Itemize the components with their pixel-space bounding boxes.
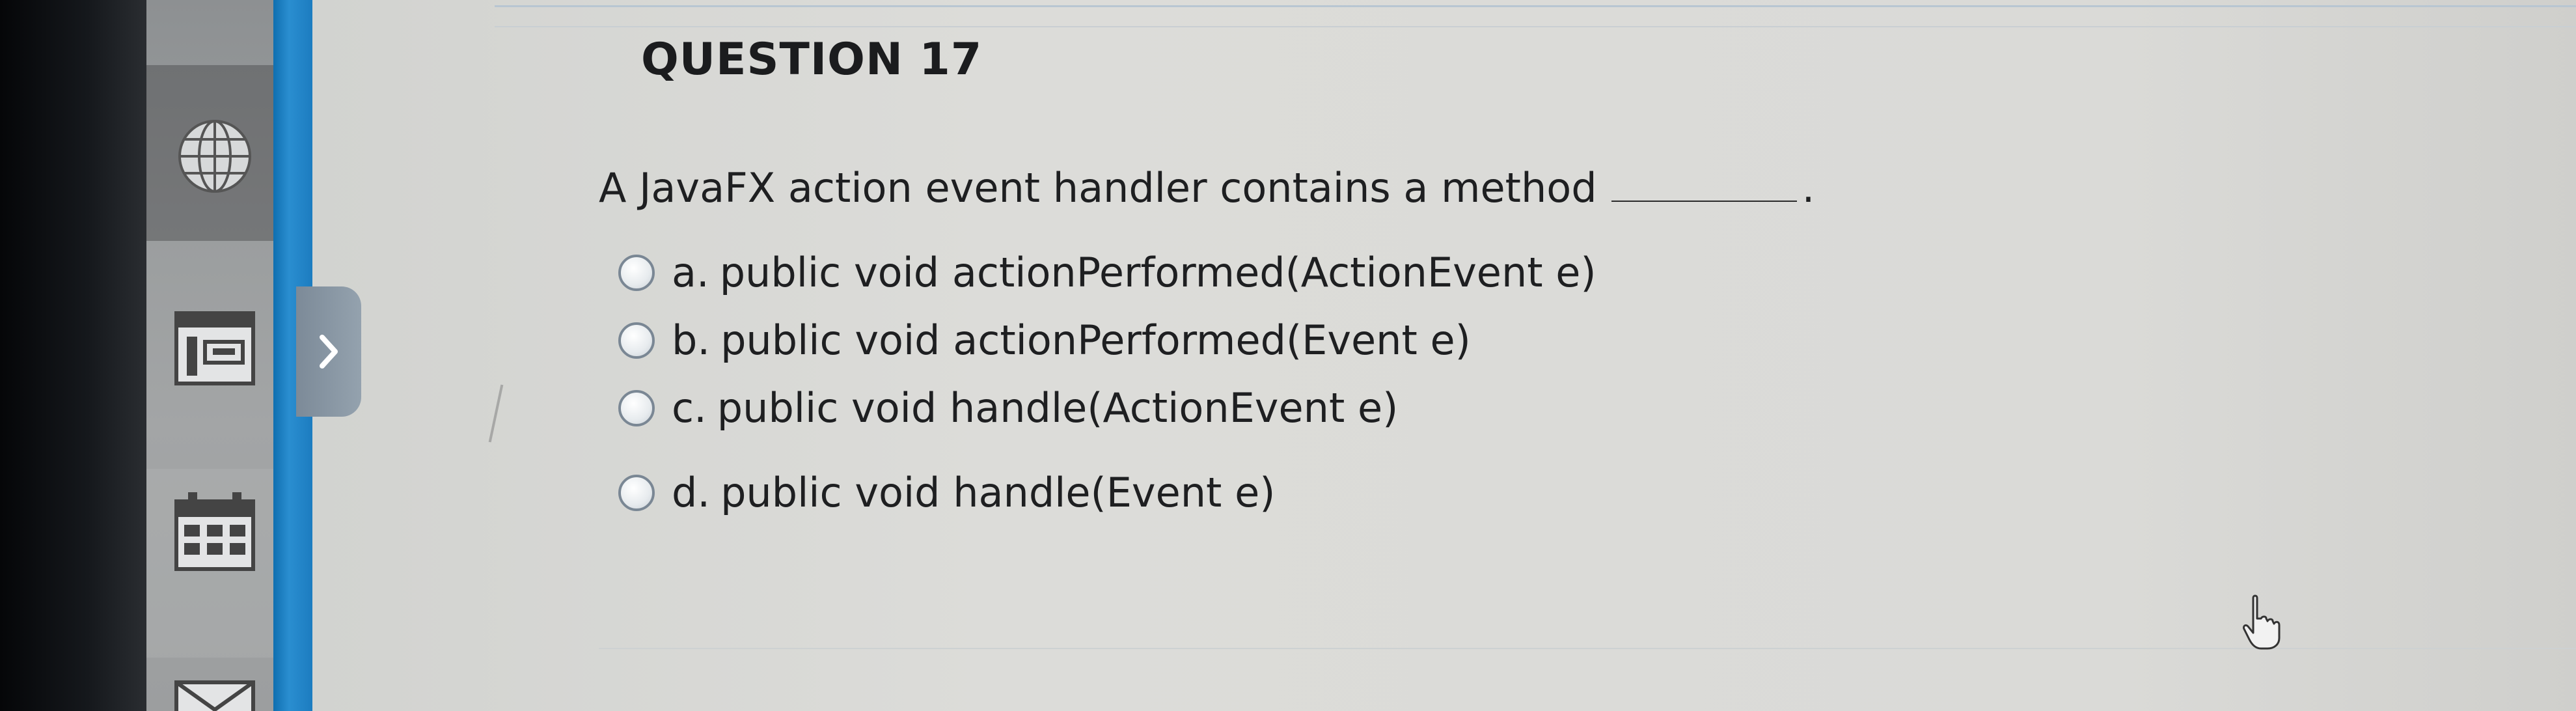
answer-blank	[1611, 201, 1797, 202]
radio-button-d[interactable]	[618, 474, 655, 511]
top-divider	[495, 5, 2576, 7]
option-text: public void handle(ActionEvent e)	[717, 384, 1399, 432]
option-letter: c.	[672, 384, 707, 432]
nav-item-mail[interactable]	[146, 677, 283, 711]
option-text: public void actionPerformed(Event e)	[720, 316, 1471, 364]
screen: QUESTION 17 A JavaFX action event handle…	[0, 0, 2576, 711]
calendar-icon	[174, 492, 255, 571]
option-a[interactable]: a. public void actionPerformed(ActionEve…	[618, 249, 1596, 296]
option-text: public void actionPerformed(ActionEvent …	[719, 249, 1596, 296]
option-c[interactable]: c. public void handle(ActionEvent e)	[618, 384, 1398, 432]
top-divider-2	[495, 26, 2576, 27]
option-letter: b.	[672, 316, 711, 364]
nav-item-globe[interactable]	[146, 104, 283, 208]
radio-button-b[interactable]	[618, 322, 655, 359]
option-letter: d.	[672, 469, 711, 516]
globe-icon	[178, 120, 251, 193]
option-d[interactable]: d. public void handle(Event e)	[618, 469, 1275, 516]
option-letter: a.	[672, 249, 709, 296]
question-prompt-text: A JavaFX action event handler contains a…	[599, 164, 1597, 212]
option-text: public void handle(Event e)	[720, 469, 1276, 516]
question-title: QUESTION 17	[641, 34, 983, 85]
screen-bezel	[0, 0, 146, 711]
content-icon	[174, 311, 255, 385]
nav-item-calendar[interactable]	[146, 475, 283, 586]
nav-rail	[146, 0, 283, 711]
option-b[interactable]: b. public void actionPerformed(Event e)	[618, 316, 1471, 364]
radio-button-a[interactable]	[618, 254, 655, 291]
mail-icon	[174, 680, 255, 711]
expand-menu-button[interactable]	[296, 286, 361, 417]
radio-button-c[interactable]	[618, 389, 655, 426]
nav-item-content[interactable]	[146, 293, 283, 404]
question-prompt-end: .	[1802, 164, 1815, 212]
mouse-cursor-icon	[2239, 592, 2284, 654]
question-prompt: A JavaFX action event handler contains a…	[599, 164, 1815, 212]
chevron-right-icon	[320, 335, 338, 369]
